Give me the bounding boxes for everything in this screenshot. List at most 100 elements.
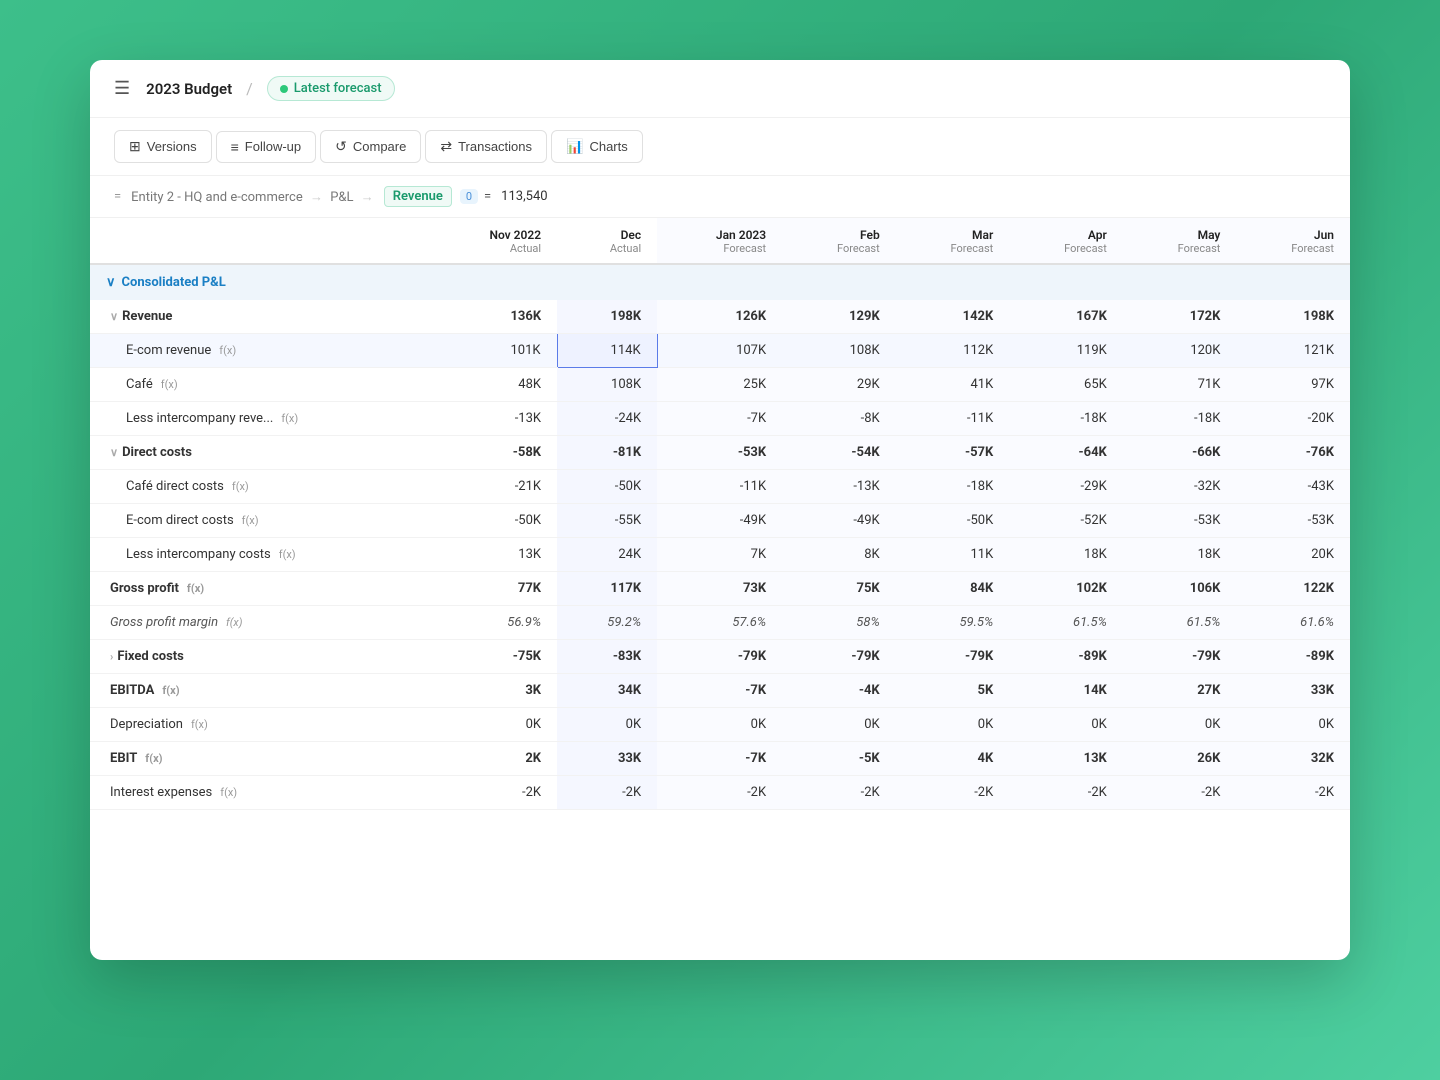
cell-ecom-direct-col2[interactable]: -49K [657,504,782,538]
table-row[interactable]: Café direct costsf(x)-21K-50K-11K-13K-18… [90,470,1350,504]
table-row[interactable]: E-com revenuef(x)101K114K107K108K112K119… [90,334,1350,368]
toggle-icon[interactable]: › [110,650,113,663]
section-toggle[interactable]: ∨ Consolidated P&L [106,275,226,290]
cell-ecom-direct-col4[interactable]: -50K [896,504,1010,538]
table-row[interactable]: Gross profitf(x)77K117K73K75K84K102K106K… [90,572,1350,606]
cell-ebit-col4[interactable]: 4K [896,742,1010,776]
table-row[interactable]: Less intercompany costsf(x)13K24K7K8K11K… [90,538,1350,572]
cell-less-interco-costs-col6[interactable]: 18K [1123,538,1237,572]
cell-direct-costs-col4[interactable]: -57K [896,436,1010,470]
cell-less-interco-costs-col2[interactable]: 7K [657,538,782,572]
cell-less-interco-costs-col3[interactable]: 8K [782,538,896,572]
cell-gross-margin-col6[interactable]: 61.5% [1123,606,1237,640]
cell-revenue-col6[interactable]: 172K [1123,300,1237,334]
cell-cafe-col7[interactable]: 97K [1236,368,1350,402]
cell-direct-costs-col5[interactable]: -64K [1009,436,1123,470]
cell-ecom-direct-col3[interactable]: -49K [782,504,896,538]
cell-gross-profit-col2[interactable]: 73K [657,572,782,606]
cell-gross-profit-col7[interactable]: 122K [1236,572,1350,606]
table-row[interactable]: Gross profit marginf(x)56.9%59.2%57.6%58… [90,606,1350,640]
table-row[interactable]: Interest expensesf(x)-2K-2K-2K-2K-2K-2K-… [90,776,1350,810]
cell-direct-costs-col2[interactable]: -53K [657,436,782,470]
cell-gross-margin-col3[interactable]: 58% [782,606,896,640]
cell-gross-margin-col4[interactable]: 59.5% [896,606,1010,640]
cell-depreciation-col6[interactable]: 0K [1123,708,1237,742]
cell-ebitda-col5[interactable]: 14K [1009,674,1123,708]
cell-ebit-col3[interactable]: -5K [782,742,896,776]
table-row[interactable]: Depreciationf(x)0K0K0K0K0K0K0K0K [90,708,1350,742]
cell-fixed-costs-col6[interactable]: -79K [1123,640,1237,674]
cell-ebitda-col6[interactable]: 27K [1123,674,1237,708]
cell-depreciation-col7[interactable]: 0K [1236,708,1350,742]
cell-cafe-direct-col5[interactable]: -29K [1009,470,1123,504]
cell-direct-costs-col6[interactable]: -66K [1123,436,1237,470]
toggle-icon[interactable]: ∨ [110,310,118,323]
tab-followup[interactable]: ≡ Follow-up [216,131,317,163]
cell-cafe-direct-col6[interactable]: -32K [1123,470,1237,504]
cell-interest-col4[interactable]: -2K [896,776,1010,810]
cell-gross-profit-col3[interactable]: 75K [782,572,896,606]
cell-less-interco-rev-col5[interactable]: -18K [1009,402,1123,436]
cell-direct-costs-col3[interactable]: -54K [782,436,896,470]
cell-ebit-col6[interactable]: 26K [1123,742,1237,776]
cell-ecom-rev-col4[interactable]: 112K [896,334,1010,368]
tab-versions[interactable]: ⊞ Versions [114,130,212,163]
cell-ecom-rev-col5[interactable]: 119K [1009,334,1123,368]
cell-interest-col5[interactable]: -2K [1009,776,1123,810]
cell-gross-margin-col7[interactable]: 61.6% [1236,606,1350,640]
cell-revenue-col7[interactable]: 198K [1236,300,1350,334]
cell-gross-margin-col2[interactable]: 57.6% [657,606,782,640]
cell-less-interco-costs-col5[interactable]: 18K [1009,538,1123,572]
cell-revenue-col3[interactable]: 129K [782,300,896,334]
cell-cafe-col2[interactable]: 25K [657,368,782,402]
cell-gross-profit-col6[interactable]: 106K [1123,572,1237,606]
cell-less-interco-rev-col7[interactable]: -20K [1236,402,1350,436]
cell-interest-col3[interactable]: -2K [782,776,896,810]
cell-revenue-col4[interactable]: 142K [896,300,1010,334]
tab-transactions[interactable]: ⇄ Transactions [425,130,547,163]
cell-cafe-direct-col7[interactable]: -43K [1236,470,1350,504]
cell-cafe-direct-col2[interactable]: -11K [657,470,782,504]
table-row[interactable]: E-com direct costsf(x)-50K-55K-49K-49K-5… [90,504,1350,538]
cell-cafe-col4[interactable]: 41K [896,368,1010,402]
cell-interest-col2[interactable]: -2K [657,776,782,810]
cell-ebitda-col2[interactable]: -7K [657,674,782,708]
cell-less-interco-costs-col4[interactable]: 11K [896,538,1010,572]
cell-ecom-rev-col6[interactable]: 120K [1123,334,1237,368]
cell-ebitda-col4[interactable]: 5K [896,674,1010,708]
cell-depreciation-col3[interactable]: 0K [782,708,896,742]
toggle-icon[interactable]: ∨ [110,446,118,459]
cell-less-interco-rev-col4[interactable]: -11K [896,402,1010,436]
cell-revenue-col5[interactable]: 167K [1009,300,1123,334]
cell-cafe-direct-col3[interactable]: -13K [782,470,896,504]
cell-less-interco-costs-col7[interactable]: 20K [1236,538,1350,572]
cell-depreciation-col2[interactable]: 0K [657,708,782,742]
cell-fixed-costs-col3[interactable]: -79K [782,640,896,674]
cell-interest-col7[interactable]: -2K [1236,776,1350,810]
table-row[interactable]: ›Fixed costs-75K-83K-79K-79K-79K-89K-79K… [90,640,1350,674]
table-row[interactable]: Less intercompany reve...f(x)-13K-24K-7K… [90,402,1350,436]
forecast-badge[interactable]: Latest forecast [267,76,395,101]
cell-ebit-col2[interactable]: -7K [657,742,782,776]
cell-fixed-costs-col2[interactable]: -79K [657,640,782,674]
cell-ebit-col5[interactable]: 13K [1009,742,1123,776]
cell-direct-costs-col7[interactable]: -76K [1236,436,1350,470]
cell-gross-profit-col5[interactable]: 102K [1009,572,1123,606]
tab-charts[interactable]: 📊 Charts [551,130,643,163]
table-row[interactable]: EBITf(x)2K33K-7K-5K4K13K26K32K [90,742,1350,776]
table-row[interactable]: EBITDAf(x)3K34K-7K-4K5K14K27K33K [90,674,1350,708]
cell-less-interco-rev-col3[interactable]: -8K [782,402,896,436]
cell-cafe-col6[interactable]: 71K [1123,368,1237,402]
cell-cafe-direct-col4[interactable]: -18K [896,470,1010,504]
cell-ecom-rev-col3[interactable]: 108K [782,334,896,368]
cell-gross-margin-col5[interactable]: 61.5% [1009,606,1123,640]
cell-ecom-rev-col2[interactable]: 107K [657,334,782,368]
cell-interest-col6[interactable]: -2K [1123,776,1237,810]
table-row[interactable]: ∨Direct costs-58K-81K-53K-54K-57K-64K-66… [90,436,1350,470]
cell-fixed-costs-col4[interactable]: -79K [896,640,1010,674]
cell-fixed-costs-col5[interactable]: -89K [1009,640,1123,674]
cell-less-interco-rev-col2[interactable]: -7K [657,402,782,436]
cell-ecom-direct-col6[interactable]: -53K [1123,504,1237,538]
cell-gross-profit-col4[interactable]: 84K [896,572,1010,606]
cell-less-interco-rev-col6[interactable]: -18K [1123,402,1237,436]
